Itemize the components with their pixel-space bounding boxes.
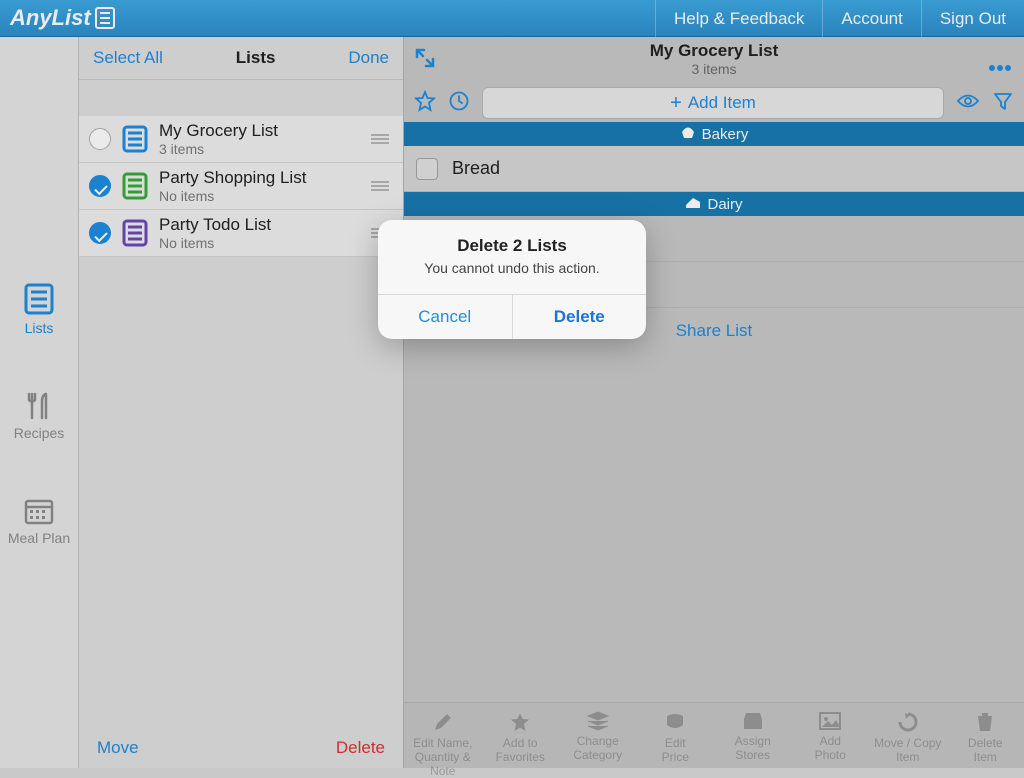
modal-cancel-button[interactable]: Cancel (378, 295, 513, 339)
delete-confirm-modal: Delete 2 Lists You cannot undo this acti… (378, 220, 646, 339)
modal-subtitle: You cannot undo this action. (378, 256, 646, 294)
modal-delete-button[interactable]: Delete (513, 295, 647, 339)
modal-title: Delete 2 Lists (378, 220, 646, 256)
modal-overlay (0, 0, 1024, 768)
